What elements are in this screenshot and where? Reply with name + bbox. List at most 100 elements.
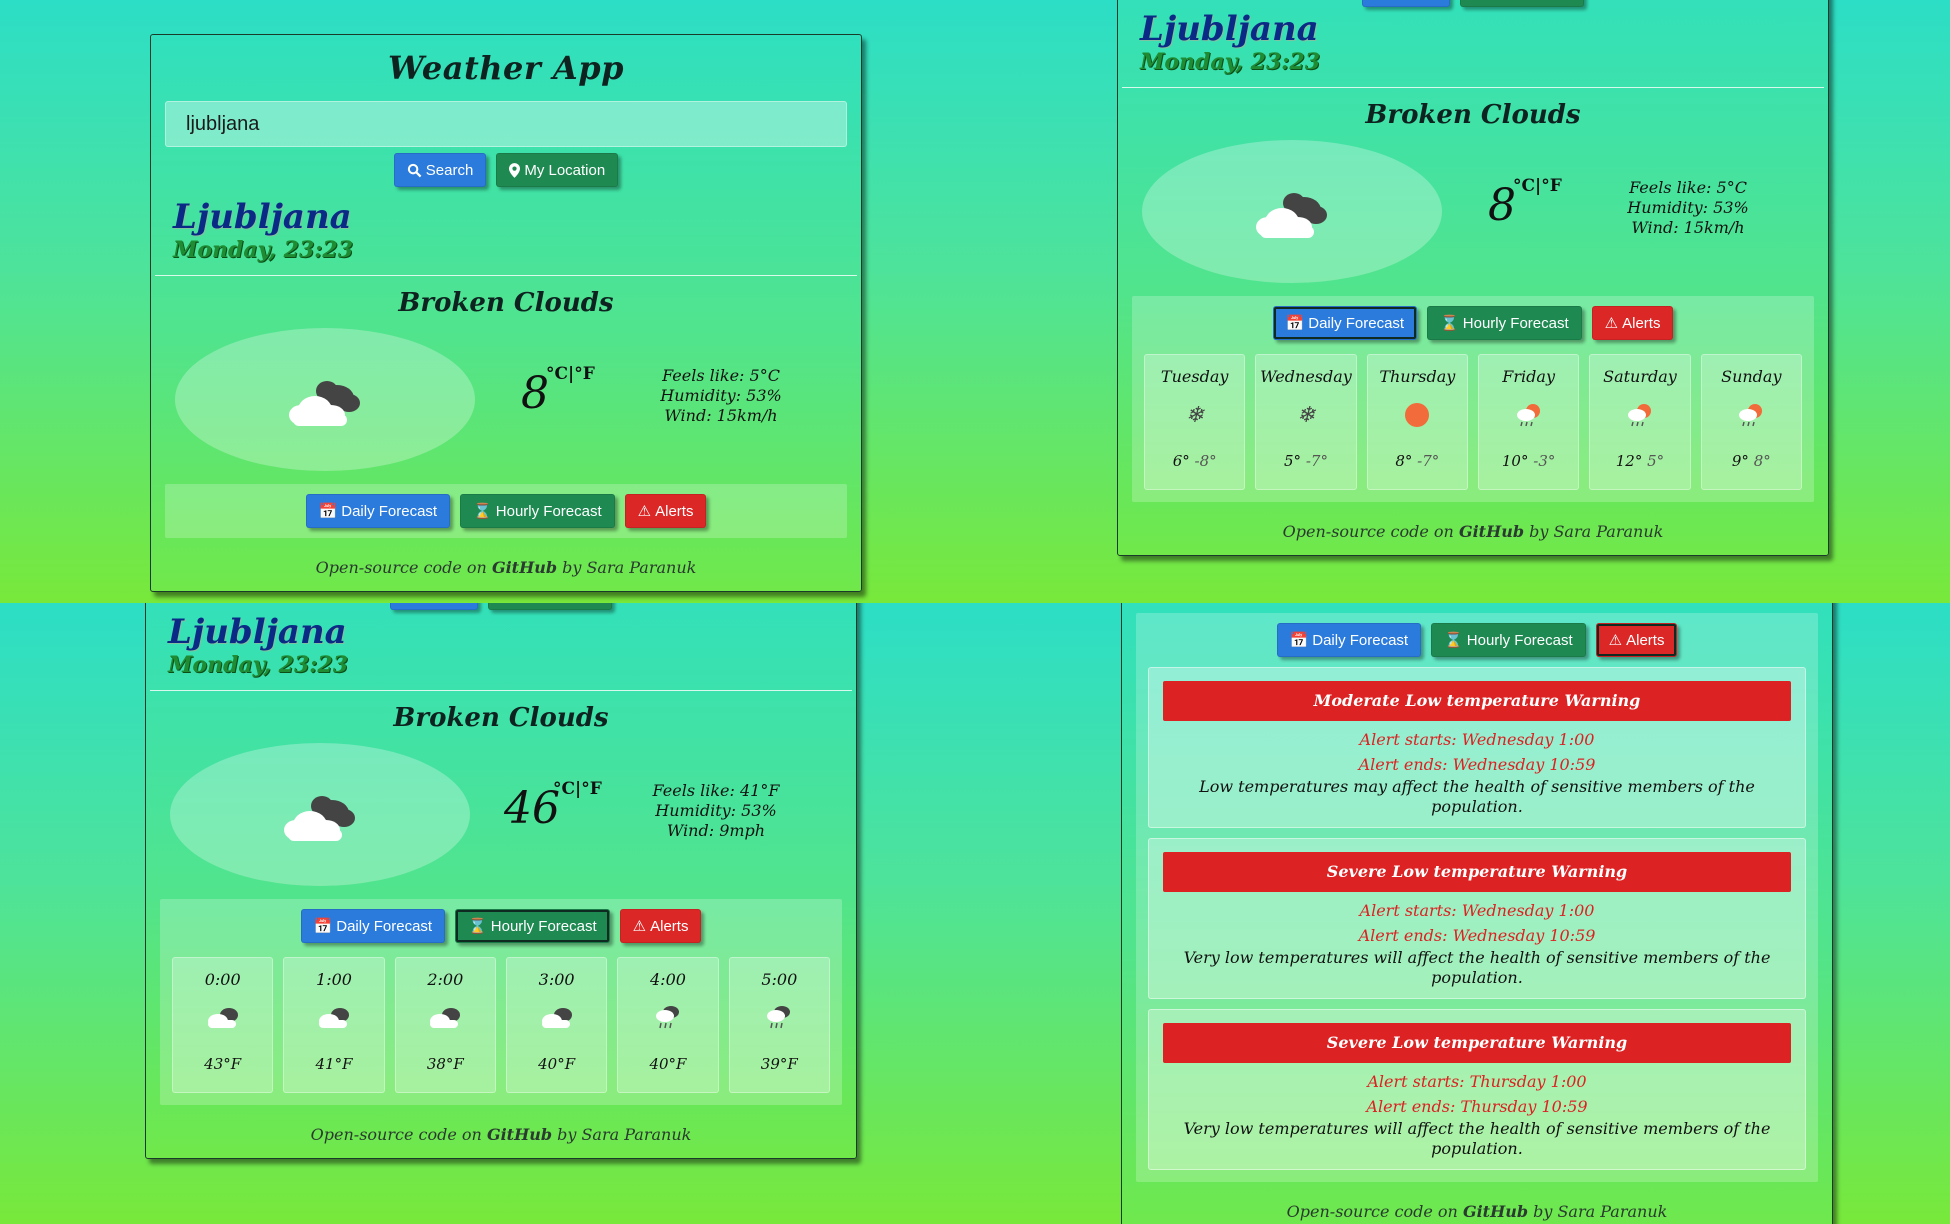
footer: Open-source code on GitHub by Sara Paran… bbox=[1122, 1182, 1832, 1224]
broken-clouds-icon bbox=[284, 796, 355, 841]
alert-title: Moderate Low temperature Warning bbox=[1163, 681, 1791, 721]
forecast-day-name: Wednesday bbox=[1260, 367, 1352, 386]
hourly-forecast-tab[interactable]: ⌛ Hourly Forecast bbox=[455, 909, 610, 943]
daily-forecast-tab[interactable]: 📅 Daily Forecast bbox=[1276, 623, 1422, 657]
warning-icon: ⚠ bbox=[632, 918, 647, 935]
wind-speed: Wind: 9mph bbox=[666, 821, 766, 840]
forecast-high: 10° bbox=[1501, 452, 1529, 470]
alerts-tab[interactable]: ⚠ Alerts bbox=[624, 494, 707, 528]
alert-end: Alert ends: Thursday 10:59 bbox=[1366, 1097, 1588, 1116]
search-button[interactable]: ⚲Search bbox=[1361, 0, 1451, 7]
broken-clouds-icon bbox=[1256, 193, 1327, 238]
forecast-hour-time: 1:00 bbox=[316, 970, 352, 989]
daily-forecast-list: Tuesday ❄ 6° -8° Wednesday ❄ 5° -7° Thursday… bbox=[1144, 354, 1802, 490]
hourly-forecast-tab-label: Hourly Forecast bbox=[495, 502, 602, 520]
github-link[interactable]: GitHub bbox=[487, 1125, 552, 1144]
weather-icon-backdrop bbox=[170, 743, 470, 886]
unit-toggle[interactable]: °C|°F bbox=[546, 364, 595, 384]
github-link[interactable]: GitHub bbox=[1459, 522, 1524, 541]
feels-like: Feels like: 5°C bbox=[662, 366, 780, 385]
my-location-button[interactable]: ◉My Location bbox=[1460, 0, 1585, 7]
forecast-hour: 2:00 38°F bbox=[394, 957, 496, 1093]
warning-icon: ⚠ bbox=[1608, 632, 1623, 649]
forecast-hour-temp: 39°F bbox=[760, 1055, 798, 1073]
broken-clouds-icon bbox=[289, 381, 360, 426]
forecast-day: Wednesday ❄ 5° -7° bbox=[1255, 354, 1357, 490]
local-datetime: Monday, 23:23 bbox=[173, 237, 354, 263]
search-input[interactable]: ljubljana bbox=[165, 101, 847, 147]
hourly-forecast-tab[interactable]: ⌛ Hourly Forecast bbox=[1427, 306, 1582, 340]
view-alerts: 📅 Daily Forecast ⌛ Hourly Forecast ⚠ Alerts… bbox=[955, 603, 1950, 1224]
github-link[interactable]: GitHub bbox=[492, 558, 557, 577]
footer: Open-source code on GitHub by Sara Paran… bbox=[146, 1105, 856, 1158]
forecast-high: 8° bbox=[1395, 452, 1413, 470]
sun-icon bbox=[1368, 392, 1467, 438]
footer-text: Open-source code on bbox=[315, 558, 492, 577]
unit-toggle[interactable]: °C|°F bbox=[553, 779, 602, 799]
footer-author: by Sara Paranuk bbox=[1528, 1202, 1668, 1221]
forecast-low: -3° bbox=[1533, 452, 1556, 470]
daily-forecast-tab[interactable]: 📅 Daily Forecast bbox=[300, 909, 446, 943]
forecast-high: 5° bbox=[1284, 452, 1302, 470]
my-location-button[interactable]: My Location bbox=[496, 153, 619, 187]
search-button-label: Search bbox=[425, 161, 474, 179]
local-datetime: Monday, 23:23 bbox=[1140, 49, 1321, 75]
forecast-day: Sunday 9° 8° bbox=[1700, 354, 1802, 490]
alert-title: Severe Low temperature Warning bbox=[1163, 1023, 1791, 1063]
alert-start: Alert starts: Wednesday 1:00 bbox=[1359, 730, 1595, 749]
forecast-hour: 0:00 43°F bbox=[172, 957, 274, 1093]
forecast-day: Thursday 8° -7° bbox=[1366, 354, 1468, 490]
search-button[interactable]: ⚲Search bbox=[389, 603, 479, 610]
alert-start: Alert starts: Thursday 1:00 bbox=[1367, 1072, 1587, 1091]
forecast-hour-time: 5:00 bbox=[761, 970, 798, 989]
wind-speed: Wind: 15km/h bbox=[664, 406, 778, 425]
forecast-hour: 1:00 41°F bbox=[283, 957, 385, 1093]
forecast-high: 9° bbox=[1731, 452, 1749, 470]
snowflake-icon: ❄ bbox=[1296, 402, 1316, 428]
forecast-day-name: Thursday bbox=[1379, 367, 1456, 386]
forecast-panel: 📅 Daily Forecast ⌛ Hourly Forecast ⚠ Alerts bbox=[165, 484, 847, 538]
hourglass-icon: ⌛ bbox=[473, 503, 492, 520]
search-icon bbox=[407, 163, 422, 177]
forecast-hour-temp: 40°F bbox=[538, 1055, 576, 1073]
weather-icon-backdrop bbox=[175, 328, 475, 471]
forecast-hour: 3:00 40°F bbox=[505, 957, 608, 1093]
forecast-low: -8° bbox=[1194, 452, 1217, 470]
calendar-icon: 📅 bbox=[313, 918, 333, 935]
alerts-tab[interactable]: ⚠ Alerts bbox=[1591, 306, 1674, 340]
forecast-hour-temp: 40°F bbox=[649, 1055, 687, 1073]
forecast-panel: 📅 Daily Forecast ⌛ Hourly Forecast ⚠ Alerts… bbox=[1132, 296, 1814, 502]
daily-forecast-tab-label: Daily Forecast bbox=[336, 917, 433, 935]
city-name: Ljubljana bbox=[1140, 9, 1319, 49]
alerts-tab-label: Alerts bbox=[1626, 631, 1665, 649]
forecast-hour-time: 2:00 bbox=[427, 970, 464, 989]
alert-description: Very low temperatures will affect the he… bbox=[1183, 1119, 1771, 1158]
broken-clouds-icon bbox=[507, 995, 606, 1041]
hourly-forecast-tab[interactable]: ⌛ Hourly Forecast bbox=[460, 494, 615, 528]
my-location-button-label: My Location bbox=[524, 161, 606, 179]
footer-text: Open-source code on bbox=[310, 1125, 487, 1144]
sun-rain-cloud-icon bbox=[1479, 392, 1578, 438]
alerts-tab[interactable]: ⚠ Alerts bbox=[1595, 623, 1678, 657]
forecast-hour-time: 0:00 bbox=[204, 970, 241, 989]
footer-author: by Sara Paranuk bbox=[557, 558, 697, 577]
forecast-panel: 📅 Daily Forecast ⌛ Hourly Forecast ⚠ Alerts… bbox=[1136, 613, 1818, 1182]
daily-forecast-tab[interactable]: 📅 Daily Forecast bbox=[1272, 306, 1418, 340]
alert-item: Moderate Low temperature Warning Alert s… bbox=[1148, 667, 1806, 828]
weather-details: Feels like: 5°C Humidity: 53% Wind: 15km… bbox=[1598, 178, 1778, 238]
search-button[interactable]: Search bbox=[393, 153, 487, 187]
app-title: Weather App bbox=[388, 49, 624, 87]
broken-clouds-icon bbox=[396, 995, 495, 1041]
alerts-tab[interactable]: ⚠ Alerts bbox=[619, 909, 702, 943]
my-location-button[interactable]: ◉My Location bbox=[488, 603, 613, 610]
alerts-tab-label: Alerts bbox=[650, 917, 689, 935]
forecast-hour-time: 4:00 bbox=[650, 970, 686, 989]
unit-toggle[interactable]: °C|°F bbox=[1513, 176, 1562, 196]
hourly-forecast-tab-label: Hourly Forecast bbox=[490, 917, 597, 935]
github-link[interactable]: GitHub bbox=[1463, 1202, 1528, 1221]
hourly-forecast-tab[interactable]: ⌛ Hourly Forecast bbox=[1431, 623, 1586, 657]
alert-item: Severe Low temperature Warning Alert sta… bbox=[1148, 838, 1806, 999]
daily-forecast-tab[interactable]: 📅 Daily Forecast bbox=[305, 494, 451, 528]
local-datetime: Monday, 23:23 bbox=[168, 652, 349, 678]
forecast-hour-time: 3:00 bbox=[538, 970, 575, 989]
